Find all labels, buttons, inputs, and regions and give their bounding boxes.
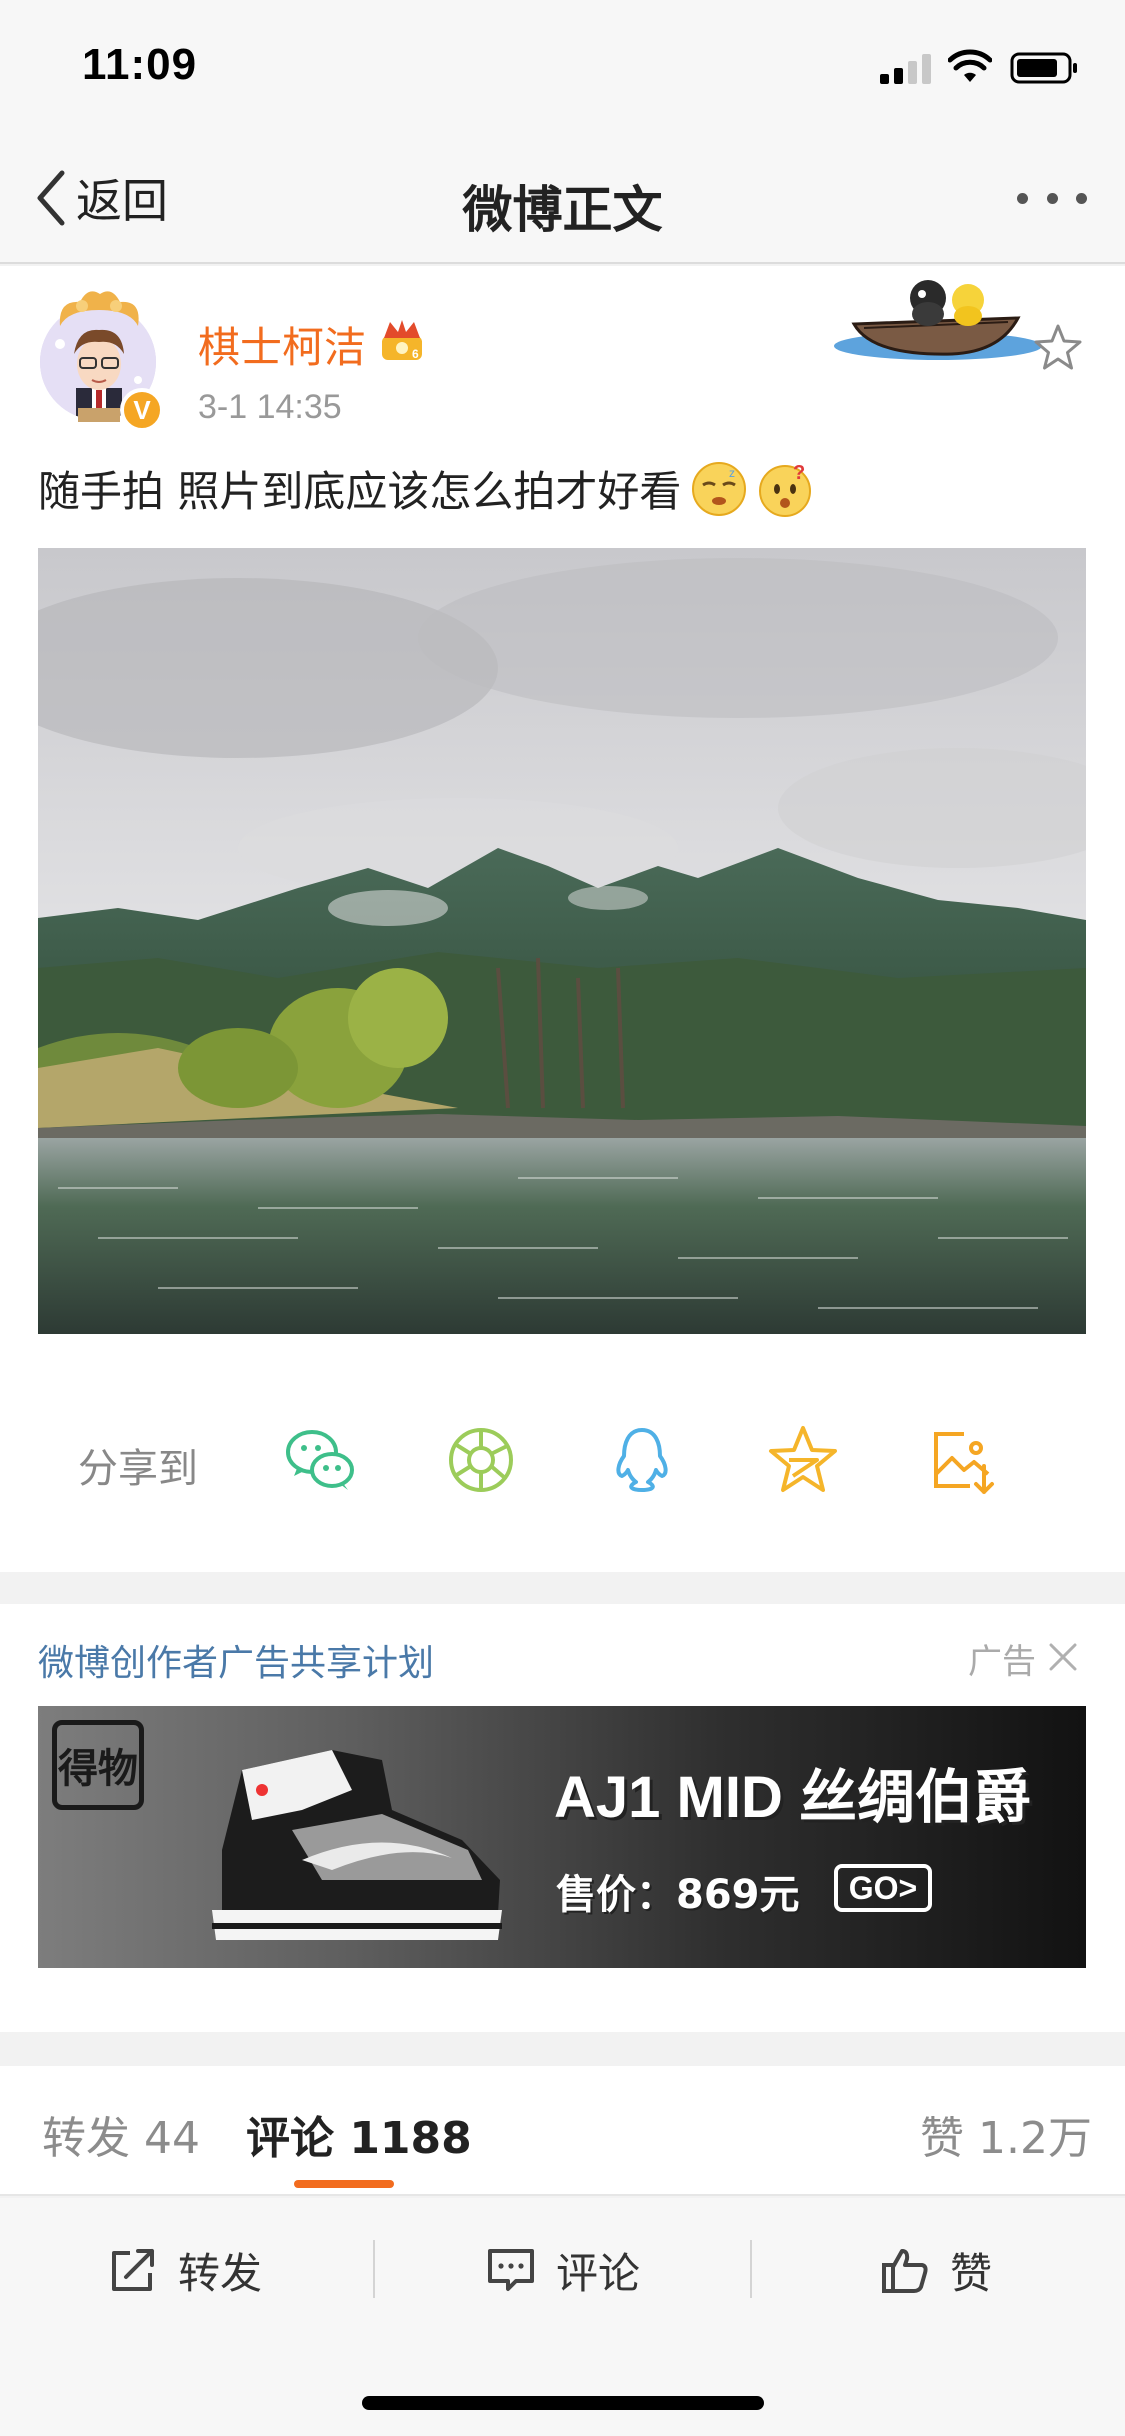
thumbs-up-icon bbox=[882, 2249, 928, 2293]
ad-headline: AJ1 MID 丝绸伯爵 bbox=[554, 1765, 1031, 1830]
svg-text:6: 6 bbox=[412, 347, 419, 361]
verified-badge: V bbox=[120, 388, 164, 432]
ad-banner[interactable]: 得物 AJ1 MID 丝绸伯爵 售价：869元 GO> bbox=[38, 1706, 1086, 1968]
author-name[interactable]: 棋士柯洁 bbox=[198, 314, 366, 375]
ad-price: 售价：869元 bbox=[556, 1872, 800, 1918]
ad-brand-logo: 得物 bbox=[52, 1720, 144, 1810]
wifi-icon bbox=[948, 49, 992, 82]
confused-face-emoji-icon: ? bbox=[759, 462, 812, 517]
chevron-left-icon bbox=[37, 170, 65, 226]
ad-program-title[interactable]: 微博创作者广告共享计划 bbox=[38, 1634, 434, 1686]
post-time: 3-1 14:35 bbox=[198, 388, 342, 426]
sneaker-image bbox=[212, 1750, 502, 1940]
cellular-signal-icon bbox=[880, 52, 934, 84]
moments-icon[interactable] bbox=[441, 1420, 521, 1500]
tab-likes[interactable]: 赞 1.2万 bbox=[920, 2102, 1092, 2166]
home-indicator[interactable] bbox=[362, 2396, 764, 2410]
status-time: 11:09 bbox=[82, 40, 198, 89]
repost-button[interactable]: 转发 bbox=[108, 2240, 262, 2300]
repost-icon bbox=[112, 2249, 154, 2291]
boat-decoration-icon bbox=[834, 280, 1042, 360]
post-photo[interactable] bbox=[38, 548, 1086, 1334]
more-options-button[interactable] bbox=[1017, 178, 1087, 218]
wechat-icon[interactable] bbox=[280, 1420, 360, 1500]
comment-button[interactable]: 评论 bbox=[486, 2240, 640, 2300]
crown-icon[interactable]: 6 bbox=[378, 316, 426, 362]
like-button[interactable]: 赞 bbox=[880, 2240, 992, 2300]
post-text: 随手拍 照片到底应该怎么拍才好看 z ? bbox=[38, 458, 813, 519]
tab-reposts[interactable]: 转发 44 bbox=[42, 2102, 200, 2166]
navigation-bar: 返回 微博正文 bbox=[0, 132, 1125, 264]
battery-icon bbox=[1010, 52, 1077, 84]
comment-label: 评论 bbox=[556, 2248, 641, 2298]
like-label: 赞 bbox=[950, 2248, 993, 2298]
close-icon[interactable] bbox=[1046, 1640, 1080, 1674]
comment-icon bbox=[488, 2249, 534, 2291]
page-title: 微博正文 bbox=[462, 181, 663, 239]
qzone-icon[interactable] bbox=[763, 1420, 843, 1500]
ad-card: 微博创作者广告共享计划 广告 得物 AJ1 MID 丝绸伯爵 售价：869元 G… bbox=[0, 1604, 1125, 2032]
post-text-content: 随手拍 照片到底应该怎么拍才好看 bbox=[38, 467, 682, 516]
ad-tag: 广告 bbox=[968, 1642, 1036, 1682]
post-card: V 棋士柯洁 6 3-1 14:35 随手拍 照片到底应该怎么拍才好看 z ? … bbox=[0, 266, 1125, 1572]
toolbar-divider bbox=[750, 2240, 752, 2298]
back-button[interactable]: 返回 bbox=[34, 166, 168, 230]
share-label: 分享到 bbox=[78, 1446, 198, 1492]
save-image-icon[interactable] bbox=[924, 1420, 1004, 1500]
back-label: 返回 bbox=[76, 174, 168, 228]
repost-label: 转发 bbox=[178, 2248, 263, 2298]
interaction-tabs: 转发 44 评论 1188 赞 1.2万 bbox=[0, 2066, 1125, 2196]
svg-text:z: z bbox=[729, 466, 735, 480]
active-tab-indicator bbox=[294, 2180, 394, 2188]
sleepy-face-emoji-icon: z bbox=[692, 461, 747, 516]
share-row: 分享到 bbox=[0, 1408, 1125, 1528]
svg-text:?: ? bbox=[793, 462, 805, 484]
status-bar: 11:09 bbox=[0, 0, 1125, 132]
tab-comments[interactable]: 评论 1188 bbox=[246, 2102, 472, 2166]
toolbar-divider bbox=[373, 2240, 375, 2298]
qq-icon[interactable] bbox=[602, 1420, 682, 1500]
ad-go-button[interactable]: GO> bbox=[834, 1864, 932, 1912]
favorite-star-icon[interactable] bbox=[1032, 322, 1084, 374]
